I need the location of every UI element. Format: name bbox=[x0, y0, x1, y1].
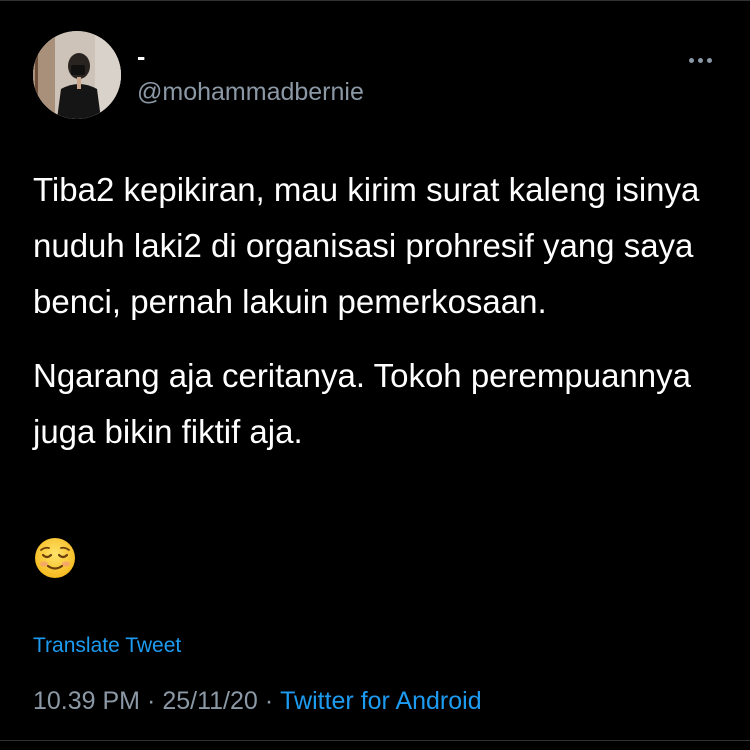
avatar-photo-icon bbox=[33, 31, 121, 119]
top-divider bbox=[0, 0, 750, 1]
user-handle[interactable]: @mohammadbernie bbox=[137, 76, 364, 108]
bottom-divider bbox=[0, 740, 750, 741]
more-options-button[interactable] bbox=[680, 52, 720, 68]
more-dot-icon bbox=[697, 57, 703, 63]
tweet-text: Tiba2 kepikiran, mau kirim surat kaleng … bbox=[33, 162, 723, 460]
relieved-face-emoji-icon bbox=[33, 536, 77, 580]
meta-separator: · bbox=[264, 687, 274, 715]
translate-tweet-link[interactable]: Translate Tweet bbox=[33, 632, 181, 660]
meta-separator: · bbox=[147, 687, 156, 715]
tweet-time: 10.39 PM bbox=[33, 687, 141, 715]
more-dot-icon bbox=[706, 57, 712, 63]
display-name[interactable]: - bbox=[137, 42, 145, 72]
tweet-source-link[interactable]: Twitter for Android bbox=[280, 687, 481, 715]
tweet-meta: 10.39 PM · 25/11/20 · Twitter for Android bbox=[33, 685, 482, 717]
avatar[interactable] bbox=[33, 31, 121, 119]
tweet-paragraph-1: Tiba2 kepikiran, mau kirim surat kaleng … bbox=[33, 171, 700, 320]
tweet-paragraph-2: Ngarang aja ceritanya. Tokoh perempuanny… bbox=[33, 357, 691, 450]
tweet-date: 25/11/20 bbox=[162, 687, 258, 715]
more-dot-icon bbox=[688, 57, 694, 63]
